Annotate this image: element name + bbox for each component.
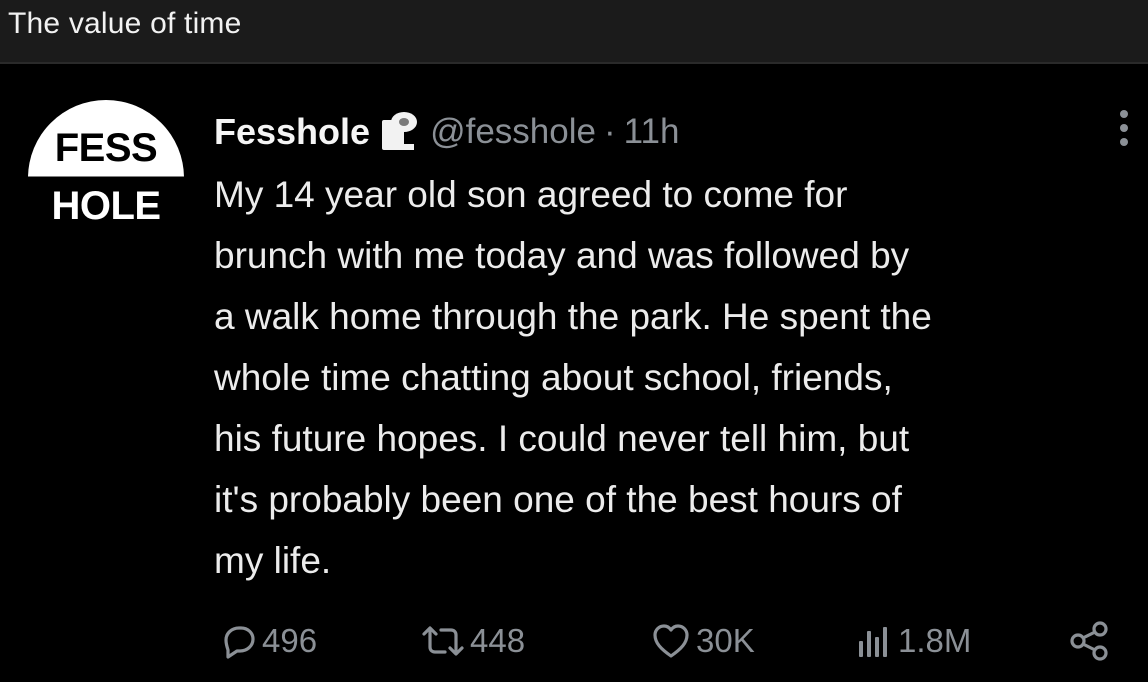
post-title: The value of time <box>8 7 242 40</box>
avatar-dome-shape <box>28 100 184 177</box>
reply-button[interactable]: 496 <box>218 618 317 664</box>
timestamp[interactable]: 11h <box>624 112 680 152</box>
handle[interactable]: @fesshole <box>430 112 596 152</box>
tweet-text-line: whole time chatting about school, friend… <box>214 357 893 398</box>
separator-dot: · <box>603 112 616 151</box>
like-count: 30K <box>696 622 755 659</box>
retweet-button[interactable]: 448 <box>420 618 525 664</box>
heart-icon <box>650 621 692 661</box>
tweet-text-line: My 14 year old son agreed to come for <box>214 174 848 215</box>
tweet-text-line: a walk home through the park. He spent t… <box>214 296 932 337</box>
tweet-actions: 496 448 30K 1.8M <box>0 618 1148 664</box>
tweet-card[interactable]: FESS HOLE Fesshole @fesshole · 11h My 14… <box>0 64 1148 682</box>
views-button[interactable]: 1.8M <box>854 618 971 664</box>
retweet-count: 448 <box>470 622 526 659</box>
avatar-bottom-text: HOLE <box>51 184 161 228</box>
avatar-top-text: FESS <box>54 126 158 170</box>
post-title-bar: The value of time <box>0 0 1148 64</box>
tweet-header: Fesshole @fesshole · 11h <box>214 108 679 156</box>
views-icon <box>854 621 894 661</box>
share-icon <box>1068 619 1112 663</box>
tweet-text: My 14 year old son agreed to come for br… <box>214 164 1139 591</box>
display-name[interactable]: Fesshole <box>214 111 370 153</box>
share-button[interactable] <box>1068 618 1112 664</box>
like-button[interactable]: 30K <box>650 618 755 664</box>
tweet-text-line: my life. <box>214 540 332 581</box>
views-count: 1.8M <box>898 622 972 659</box>
reply-count: 496 <box>262 622 318 659</box>
tweet-text-line: it's probably been one of the best hours… <box>214 479 902 520</box>
avatar[interactable]: FESS HOLE <box>22 100 190 270</box>
tweet-text-line: his future hopes. I could never tell him… <box>214 418 910 459</box>
retweet-icon <box>420 621 466 661</box>
toilet-roll-icon <box>380 110 420 154</box>
tweet-text-line: brunch with me today and was followed by <box>214 235 910 276</box>
reply-icon <box>218 621 258 661</box>
more-options-icon[interactable] <box>1118 108 1130 148</box>
